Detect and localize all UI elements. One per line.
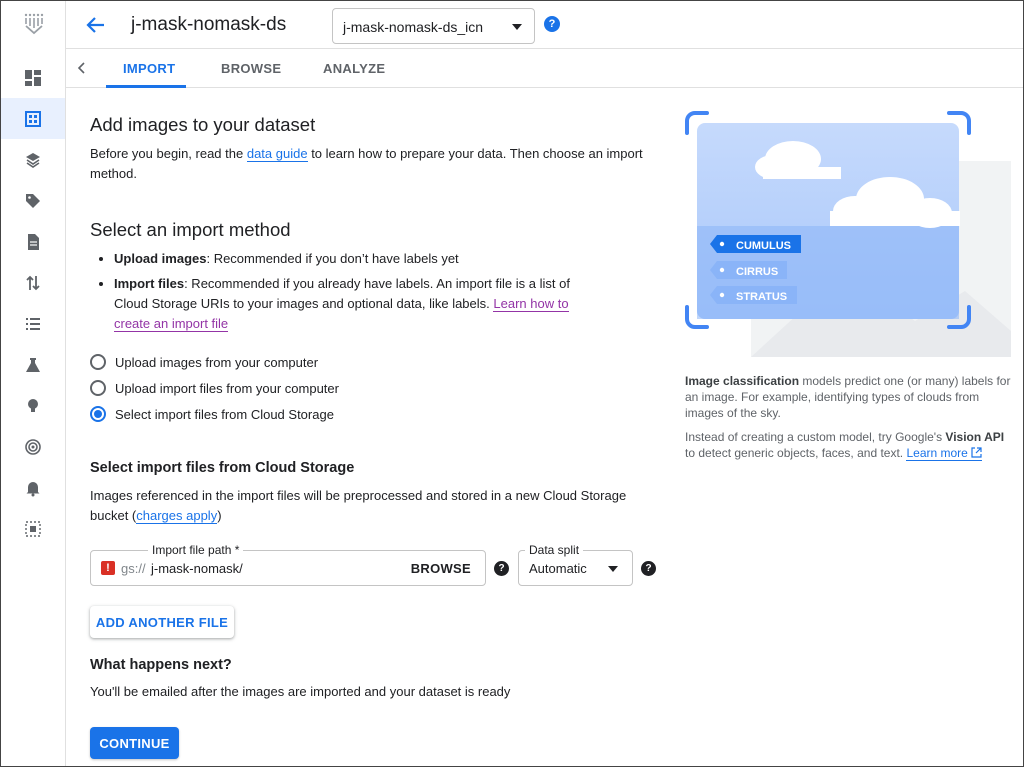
tag-cumulus-text: CUMULUS xyxy=(736,240,791,252)
method-bullets: Upload images: Recommended if you don’t … xyxy=(90,249,590,339)
gcs-desc-after: ) xyxy=(217,508,222,523)
target-icon xyxy=(25,438,41,455)
datasets-icon xyxy=(25,110,41,127)
page-heading: Add images to your dataset xyxy=(90,114,316,135)
dataset-select[interactable]: j-mask-nomask-ds_icn xyxy=(332,8,535,44)
side-description-1: Image classification models predict one … xyxy=(685,373,1015,421)
side-p2-after: to detect generic objects, faces, and te… xyxy=(685,446,907,460)
next-heading: What happens next? xyxy=(90,657,232,673)
flask-icon xyxy=(26,357,40,372)
nav-pipelines[interactable] xyxy=(1,262,65,303)
gcs-description: Images referenced in the import files wi… xyxy=(90,486,660,526)
radio-button[interactable] xyxy=(90,354,106,370)
tab-browse[interactable]: BROWSE xyxy=(221,61,281,76)
option-label: Upload images from your computer xyxy=(115,354,319,370)
vertex-logo-icon[interactable] xyxy=(21,11,47,37)
bullet-import-files: Import files: Recommended if you already… xyxy=(90,274,590,334)
external-link-icon xyxy=(971,447,982,458)
option-upload-import-files[interactable]: Upload import files from your computer xyxy=(90,380,339,396)
list-icon xyxy=(26,317,40,330)
active-tab-indicator xyxy=(106,85,186,88)
nav-labeling[interactable] xyxy=(1,180,65,221)
nav-endpoints[interactable] xyxy=(1,426,65,467)
data-split-select[interactable]: Data split Automatic xyxy=(518,543,633,586)
next-text: You'll be emailed after the images are i… xyxy=(90,684,511,699)
frame-select-icon xyxy=(25,520,41,537)
side-p1-bold: Image classification xyxy=(685,374,800,388)
import-file-path-field[interactable]: Import file path * ! gs:// j-mask-nomask… xyxy=(90,543,486,586)
tag-stratus: STRATUS xyxy=(710,286,797,304)
tab-import[interactable]: IMPORT xyxy=(123,61,175,76)
continue-button[interactable]: CONTINUE xyxy=(90,727,179,759)
path-help-icon[interactable]: ? xyxy=(494,561,509,576)
nav-notifications[interactable] xyxy=(1,467,65,508)
data-split-value: Automatic xyxy=(529,561,587,576)
help-icon[interactable]: ? xyxy=(544,16,560,32)
tab-analyze[interactable]: ANALYZE xyxy=(323,61,385,76)
bell-icon xyxy=(26,481,40,496)
left-nav-rail xyxy=(1,1,66,766)
nav-training[interactable] xyxy=(1,303,65,344)
error-icon: ! xyxy=(101,561,115,575)
tag-stratus-text: STRATUS xyxy=(736,291,787,303)
data-split-label: Data split xyxy=(525,543,584,557)
nav-suggestions[interactable] xyxy=(1,385,65,426)
gcs-heading: Select import files from Cloud Storage xyxy=(90,460,355,476)
nav-more[interactable] xyxy=(1,508,65,549)
import-file-path-label: Import file path * xyxy=(148,543,244,557)
import-file-path-input[interactable]: j-mask-nomask/ xyxy=(151,561,243,576)
tab-bar: IMPORT BROWSE ANALYZE xyxy=(66,49,1023,88)
bullet-upload-images: Upload images: Recommended if you don’t … xyxy=(90,249,590,269)
data-guide-link[interactable]: data guide xyxy=(246,146,308,162)
radio-button-selected[interactable] xyxy=(90,406,106,422)
nav-datasets[interactable] xyxy=(1,98,65,139)
tag-cumulus: CUMULUS xyxy=(710,235,801,253)
tag-cirrus-text: CIRRUS xyxy=(736,266,778,278)
split-help-icon[interactable]: ? xyxy=(641,561,656,576)
image-classification-illustration: CUMULUS CIRRUS STRATUS xyxy=(685,111,1011,357)
nav-notebooks[interactable] xyxy=(1,221,65,262)
chevron-down-icon xyxy=(608,566,618,572)
dashboard-icon xyxy=(25,69,41,86)
radio-button[interactable] xyxy=(90,380,106,396)
side-p2-before: Instead of creating a custom model, try … xyxy=(685,430,946,444)
page-title: j-mask-nomask-ds xyxy=(131,14,287,35)
bullet2-bold: Import files xyxy=(114,276,185,291)
app-window: j-mask-nomask-ds j-mask-nomask-ds_icn ? … xyxy=(0,0,1024,767)
layers-icon xyxy=(26,152,40,168)
add-another-file-button[interactable]: ADD ANOTHER FILE xyxy=(90,606,234,638)
nav-models[interactable] xyxy=(1,139,65,180)
side-description-2: Instead of creating a custom model, try … xyxy=(685,429,1015,461)
option-label: Upload import files from your computer xyxy=(115,380,339,396)
tag-cirrus: CIRRUS xyxy=(710,261,787,279)
browse-button[interactable]: BROWSE xyxy=(411,561,471,576)
nav-experiments[interactable] xyxy=(1,344,65,385)
intro-text: Before you begin, read the data guide to… xyxy=(90,144,660,184)
option-cloud-storage[interactable]: Select import files from Cloud Storage xyxy=(90,406,334,422)
learn-more-link[interactable]: Learn more xyxy=(906,446,983,461)
gs-prefix: gs:// xyxy=(121,561,146,576)
dataset-select-value: j-mask-nomask-ds_icn xyxy=(343,19,484,35)
side-p2-bold: Vision API xyxy=(945,430,1005,444)
chevron-left-icon[interactable] xyxy=(74,60,90,76)
back-arrow-icon[interactable] xyxy=(84,13,108,37)
intro-before: Before you begin, read the xyxy=(90,146,247,161)
charges-apply-link[interactable]: charges apply xyxy=(136,508,218,524)
label-tag-icon xyxy=(26,193,40,208)
lightbulb-icon xyxy=(28,398,38,412)
chevron-down-icon xyxy=(512,24,522,30)
nav-dashboard[interactable] xyxy=(1,57,65,98)
bullet1-bold: Upload images xyxy=(114,251,207,266)
method-heading: Select an import method xyxy=(90,219,291,240)
page-header: j-mask-nomask-ds j-mask-nomask-ds_icn ? xyxy=(66,1,1023,49)
document-icon xyxy=(28,233,39,250)
learn-more-text: Learn more xyxy=(906,446,968,460)
bullet1-text: : Recommended if you don’t have labels y… xyxy=(206,251,459,266)
swap-arrows-icon xyxy=(26,275,40,290)
option-upload-images[interactable]: Upload images from your computer xyxy=(90,354,318,370)
option-label: Select import files from Cloud Storage xyxy=(115,406,334,422)
